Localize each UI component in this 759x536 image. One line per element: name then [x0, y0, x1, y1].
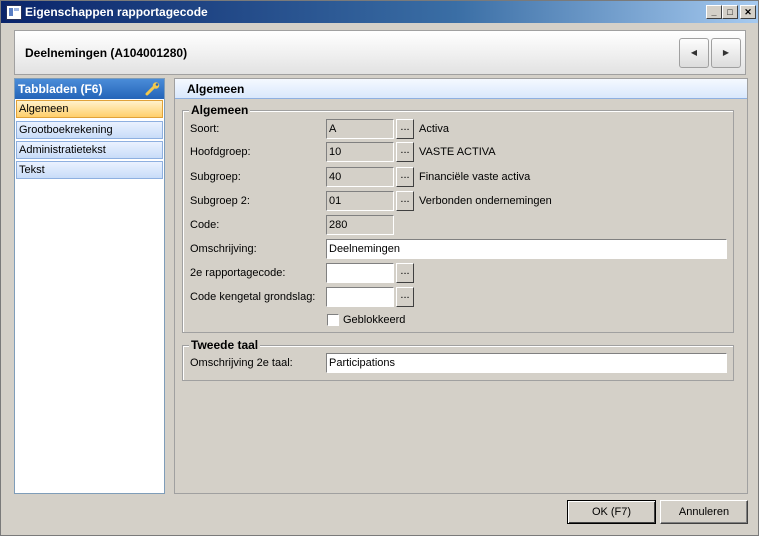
code-label: Code: — [190, 219, 220, 231]
rapportagecode2-input[interactable] — [326, 263, 394, 283]
tab-tekst[interactable]: Tekst — [16, 161, 163, 179]
record-header: Deelnemingen (A104001280) ◀ ▶ — [14, 30, 746, 75]
soort-lookup-button[interactable]: ... — [396, 119, 414, 139]
rapportagecode2-lookup-button[interactable]: ... — [396, 263, 414, 283]
cancel-button[interactable]: Annuleren — [660, 500, 748, 524]
general-group-title: Algemeen — [189, 103, 251, 117]
second-language-title: Tweede taal — [189, 338, 261, 352]
window-title: Eigenschappen rapportagecode — [25, 5, 208, 19]
subgroep-description: Financiële vaste activa — [419, 171, 531, 183]
hoofdgroep-description: VASTE ACTIVA — [419, 146, 496, 158]
app-icon — [6, 5, 22, 20]
record-title: Deelnemingen (A104001280) — [25, 46, 188, 60]
wrench-icon[interactable] — [145, 81, 161, 97]
title-bar[interactable]: Eigenschappen rapportagecode _ □ ✕ — [1, 1, 758, 23]
omschrijving-label: Omschrijving: — [190, 243, 257, 255]
hoofdgroep-label: Hoofdgroep: — [190, 146, 251, 158]
triangle-left-icon: ◀ — [690, 48, 698, 57]
minimize-icon[interactable]: _ — [706, 5, 722, 19]
tab-grootboekrekening[interactable]: Grootboekrekening — [16, 121, 163, 139]
hoofdgroep-lookup-button[interactable]: ... — [396, 142, 414, 162]
geblokkeerd-label[interactable]: Geblokkeerd — [343, 314, 405, 326]
omschrijving2-label: Omschrijving 2e taal: — [190, 357, 293, 369]
subgroep2-label: Subgroep 2: — [190, 195, 250, 207]
sidebar-title: Tabbladen (F6) — [18, 82, 103, 96]
tab-sidebar: Tabbladen (F6) Algemeen Grootboekrekenin… — [14, 78, 165, 494]
code-field: 280 — [326, 215, 394, 235]
ok-button[interactable]: OK (F7) — [567, 500, 656, 524]
rapportagecode2-label: 2e rapportagecode: — [190, 267, 286, 279]
kengetal-label: Code kengetal grondslag: — [190, 291, 316, 303]
subgroep-label: Subgroep: — [190, 171, 241, 183]
hoofdgroep-field: 10 — [326, 142, 394, 162]
previous-record-button[interactable]: ◀ — [679, 38, 709, 68]
sidebar-header: Tabbladen (F6) — [15, 79, 164, 99]
kengetal-input[interactable] — [326, 287, 394, 307]
dialog-window: Eigenschappen rapportagecode _ □ ✕ Deeln… — [0, 0, 759, 536]
omschrijving-input[interactable]: Deelnemingen — [326, 239, 727, 259]
tab-administratietekst[interactable]: Administratietekst — [16, 141, 163, 159]
soort-description: Activa — [419, 123, 449, 135]
soort-label: Soort: — [190, 123, 220, 135]
soort-field: A — [326, 119, 394, 139]
tab-algemeen[interactable]: Algemeen — [16, 100, 163, 118]
maximize-icon[interactable]: □ — [722, 5, 738, 19]
omschrijving2-input[interactable]: Participations — [326, 353, 727, 373]
subgroep-field: 40 — [326, 167, 394, 187]
geblokkeerd-checkbox[interactable] — [327, 314, 339, 326]
section-header: Algemeen — [175, 79, 747, 99]
kengetal-lookup-button[interactable]: ... — [396, 287, 414, 307]
subgroep2-field: 01 — [326, 191, 394, 211]
subgroep2-description: Verbonden ondernemingen — [419, 195, 552, 207]
subgroep-lookup-button[interactable]: ... — [396, 167, 414, 187]
next-record-button[interactable]: ▶ — [711, 38, 741, 68]
subgroep2-lookup-button[interactable]: ... — [396, 191, 414, 211]
triangle-right-icon: ▶ — [722, 48, 730, 57]
close-icon[interactable]: ✕ — [740, 5, 756, 19]
